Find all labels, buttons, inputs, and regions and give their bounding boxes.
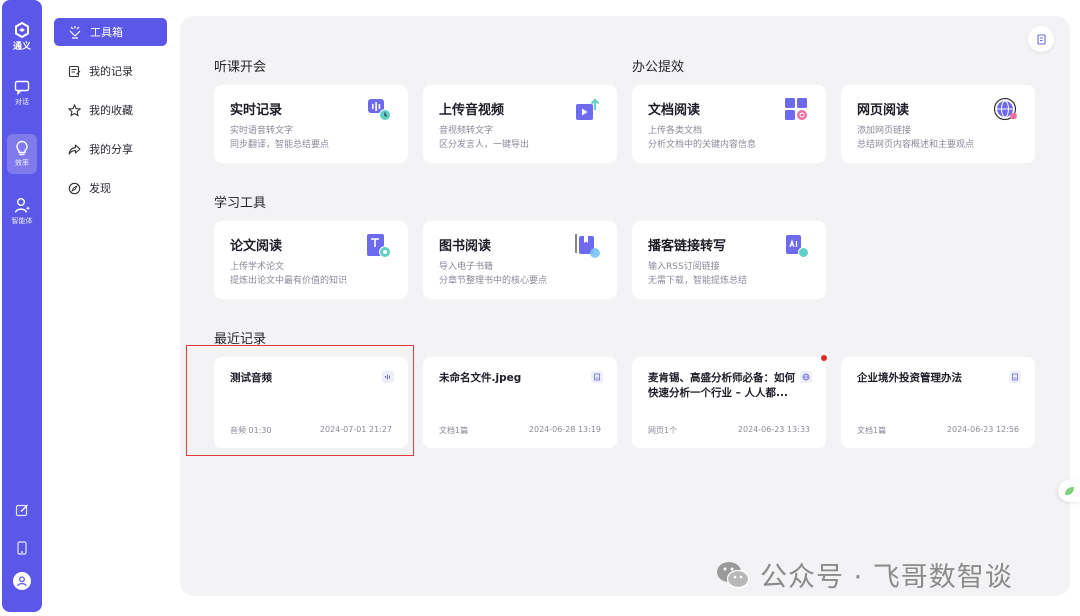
recent-meta: 文档1篇	[857, 426, 887, 435]
rail-item-chat[interactable]: 对话	[2, 80, 42, 107]
floating-assistant-button[interactable]	[1058, 480, 1080, 502]
recent-date: 2024-06-28 13:19	[528, 425, 601, 434]
rail-mobile-button[interactable]	[2, 541, 42, 555]
recent-meta: 文档1篇	[439, 426, 469, 435]
document-icon	[1036, 33, 1046, 45]
recent-meta: 网页1个	[648, 426, 678, 435]
brand-name: 通义	[12, 42, 31, 52]
agent-icon	[14, 198, 30, 213]
card-desc: 上传各类文档 分析文档中的关键内容信息	[648, 126, 757, 150]
recent-title: 企业境外投资管理办法	[857, 372, 962, 384]
watermark: 公众号 · 飞哥数智谈	[716, 555, 1013, 594]
document-type-icon	[591, 371, 603, 383]
globe-icon	[993, 97, 1017, 121]
record-icon	[68, 65, 81, 77]
rail-item-efficiency[interactable]: 效率	[2, 134, 42, 174]
sidebar-item-label: 我的记录	[89, 65, 133, 78]
sidebar-item-shares[interactable]: 我的分享	[54, 135, 167, 163]
share-icon	[68, 143, 81, 155]
section-title-office: 办公提效	[632, 60, 685, 75]
sidebar-item-label: 发现	[89, 182, 111, 195]
app-root: 通义 对话 效率 智能体 工具箱 我的记录 我的收藏 我的分享 发现 听课开会 …	[0, 0, 1080, 616]
section-title-recent: 最近记录	[214, 332, 267, 347]
recent-card-document[interactable]: 企业境外投资管理办法 文档1篇 2024-06-23 12:56	[841, 357, 1035, 448]
upload-video-icon	[576, 98, 600, 120]
rail-item-agent[interactable]: 智能体	[2, 197, 42, 226]
tongyi-logo-icon	[15, 22, 29, 38]
ai-podcast-icon	[786, 235, 809, 258]
user-icon	[17, 576, 27, 587]
document-grid-icon	[785, 98, 807, 120]
sidebar: 工具箱 我的记录 我的收藏 我的分享 发现	[42, 0, 178, 616]
tool-card-realtime-record[interactable]: 实时记录 实时语音转文字 同步翻译，智能总结要点	[214, 85, 408, 163]
notification-dot	[821, 355, 827, 361]
recent-date: 2024-06-23 12:56	[946, 425, 1019, 434]
tool-card-web-reading[interactable]: 网页阅读 添加网页链接 总结网页内容概述和主要观点	[841, 85, 1035, 163]
brand-logo[interactable]: 通义	[2, 22, 42, 52]
section-title-study: 学习工具	[214, 196, 267, 211]
compass-icon	[68, 182, 81, 194]
book-icon	[575, 234, 600, 258]
document-type-icon	[1009, 371, 1021, 383]
edit-icon	[15, 504, 28, 517]
main-panel: 听课开会 办公提效 学习工具 最近记录 实时记录 实时语音转文字 同步翻译，智能总…	[180, 16, 1070, 596]
section-title-lecture: 听课开会	[214, 60, 267, 75]
card-desc: 输入RSS订阅链接 无需下载，智能提炼总结	[648, 262, 748, 286]
tool-card-podcast-transcribe[interactable]: 播客链接转写 输入RSS订阅链接 无需下载，智能提炼总结	[632, 221, 826, 299]
card-desc: 导入电子书籍 分章节整理书中的核心要点	[439, 262, 548, 286]
sidebar-item-toolbox[interactable]: 工具箱	[54, 18, 167, 46]
rail-user-button[interactable]	[2, 572, 42, 590]
recent-title: 麦肯锡、高盛分析师必备：如何快速分析一个行业 – 人人都...	[648, 372, 795, 399]
rail-item-label: 效率	[15, 159, 29, 167]
export-button[interactable]	[1028, 26, 1054, 52]
card-desc: 音视频转文字 区分发言人，一键导出	[439, 126, 530, 150]
rail-item-label: 对话	[15, 98, 29, 106]
toolbox-icon	[69, 26, 81, 39]
sidebar-item-label: 我的收藏	[89, 104, 133, 117]
tool-card-book-reading[interactable]: 图书阅读 导入电子书籍 分章节整理书中的核心要点	[423, 221, 617, 299]
recent-date: 2024-06-23 13:33	[737, 425, 810, 434]
sidebar-item-discover[interactable]: 发现	[54, 174, 167, 202]
avatar	[13, 572, 31, 590]
star-icon	[68, 103, 81, 117]
realtime-record-icon	[368, 99, 391, 121]
web-type-icon	[800, 371, 812, 383]
recent-card-webpage[interactable]: 麦肯锡、高盛分析师必备：如何快速分析一个行业 – 人人都... 网页1个 2024…	[632, 357, 826, 448]
sidebar-item-records[interactable]: 我的记录	[54, 57, 167, 85]
recent-date: 2024-07-01 21:27	[319, 425, 392, 434]
rail-item-label: 智能体	[11, 217, 33, 225]
left-rail: 通义 对话 效率 智能体	[2, 0, 42, 612]
paper-icon	[367, 234, 391, 258]
card-desc: 上传学术论文 提炼出论文中最有价值的知识	[230, 262, 348, 286]
tool-card-paper-reading[interactable]: 论文阅读 上传学术论文 提炼出论文中最有价值的知识	[214, 221, 408, 299]
watermark-text: 公众号 · 飞哥数智谈	[760, 562, 1013, 593]
chat-icon	[14, 80, 30, 95]
leaf-icon	[1065, 487, 1074, 496]
rail-edit-button[interactable]	[2, 503, 42, 517]
sidebar-item-label: 我的分享	[89, 143, 133, 156]
tool-card-upload-media[interactable]: 上传音视频 音视频转文字 区分发言人，一键导出	[423, 85, 617, 163]
recent-card-audio[interactable]: 测试音频 音频 01:30 2024-07-01 21:27	[214, 357, 408, 448]
card-desc: 实时语音转文字 同步翻译，智能总结要点	[230, 126, 330, 150]
sidebar-item-label: 工具箱	[90, 26, 123, 39]
phone-icon	[17, 541, 27, 555]
audio-wave-icon	[382, 371, 394, 383]
lightbulb-icon	[16, 140, 28, 156]
recent-title: 测试音频	[230, 372, 272, 384]
sidebar-item-favorites[interactable]: 我的收藏	[54, 96, 167, 124]
recent-meta: 音频 01:30	[230, 426, 272, 435]
card-desc: 添加网页链接 总结网页内容概述和主要观点	[857, 126, 975, 150]
wechat-icon	[717, 561, 750, 588]
recent-title: 未命名文件.jpeg	[439, 372, 522, 384]
tool-card-doc-reading[interactable]: 文档阅读 上传各类文档 分析文档中的关键内容信息	[632, 85, 826, 163]
recent-card-jpeg[interactable]: 未命名文件.jpeg 文档1篇 2024-06-28 13:19	[423, 357, 617, 448]
